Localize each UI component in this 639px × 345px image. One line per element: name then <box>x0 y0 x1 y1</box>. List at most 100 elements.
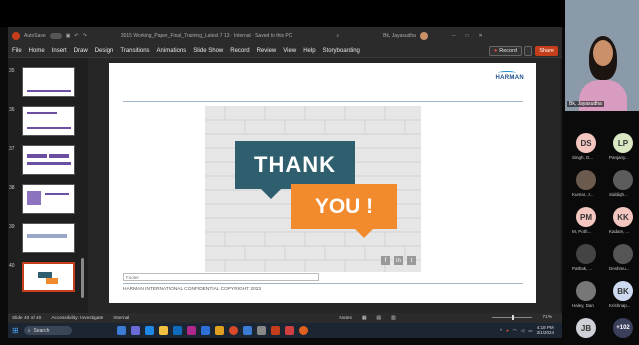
slide-thumbnail-selected[interactable] <box>22 262 75 292</box>
battery-icon[interactable]: ▭ <box>528 328 532 333</box>
slide-thumbnail[interactable] <box>22 145 75 175</box>
tab-transitions[interactable]: Transitions <box>120 48 149 54</box>
zoom-level[interactable]: 71% <box>542 315 552 320</box>
participants-panel: Bk, Jayasudha DS Singh, D... LP Panjany... K… <box>565 0 639 345</box>
notes-button[interactable]: Notes <box>339 316 352 321</box>
slide-divider-top <box>123 101 523 102</box>
thumbnail-scrollbar[interactable] <box>81 258 84 298</box>
slide-thumbnail[interactable] <box>22 106 75 136</box>
participant-avatar[interactable]: DS <box>576 133 596 153</box>
autosave-label: AutoSave <box>24 32 46 39</box>
facebook-icon: f <box>381 256 390 265</box>
current-slide[interactable]: HARMAN THANK YOU ! f in t Footer HARMAN … <box>109 63 536 303</box>
slide-thumbnail[interactable] <box>22 223 75 253</box>
sensitivity-label[interactable]: Internal <box>113 316 129 321</box>
app-icon[interactable] <box>214 326 224 335</box>
slide-canvas: HARMAN THANK YOU ! f in t Footer HARMAN … <box>88 58 639 328</box>
tab-file[interactable]: File <box>12 48 22 54</box>
accessibility-status[interactable]: Accessibility: Investigate <box>51 316 103 321</box>
tab-insert[interactable]: Insert <box>52 48 67 54</box>
zoom-slider-handle[interactable] <box>512 315 514 320</box>
share-button[interactable]: Share <box>535 46 558 56</box>
slide-thumbnail[interactable] <box>22 67 75 97</box>
outlook-icon[interactable] <box>172 326 182 335</box>
record-button-label: Record <box>499 48 517 54</box>
app-icon[interactable] <box>256 326 266 335</box>
participant-avatar[interactable]: +102 <box>613 318 633 338</box>
participant-avatar[interactable] <box>576 281 596 301</box>
participant-avatar[interactable]: PM <box>576 207 596 227</box>
participant-avatar[interactable] <box>613 170 633 190</box>
participant-name: Kadam, ... <box>609 229 630 234</box>
tab-slide-show[interactable]: Slide Show <box>193 48 223 54</box>
tab-draw[interactable]: Draw <box>74 48 88 54</box>
chrome-icon[interactable] <box>228 326 238 335</box>
widgets-icon[interactable] <box>116 326 126 335</box>
powerpoint-taskbar-icon[interactable] <box>270 326 280 335</box>
participant-avatar[interactable] <box>576 244 596 264</box>
tray-app-icon[interactable]: ● <box>506 328 509 333</box>
participant-name: Haley, Dan <box>572 303 594 308</box>
tab-help[interactable]: Help <box>303 48 315 54</box>
participant-name: Siddiqh... <box>609 192 628 197</box>
user-avatar[interactable] <box>419 31 428 40</box>
windows-taskbar: ⊞ ⌕ Search ^ ● ◠ ◁ ▭ 4:18 PM 3/1/2024 <box>8 323 562 338</box>
record-button[interactable]: ● Record <box>488 46 522 56</box>
thumb-number: 36 <box>9 107 15 113</box>
thank-you-image[interactable]: THANK YOU ! f in t <box>205 106 421 272</box>
participant-avatar[interactable]: LP <box>613 133 633 153</box>
teams-icon[interactable] <box>130 326 140 335</box>
ribbon-tabs: File Home Insert Draw Design Transitions… <box>8 44 562 58</box>
comments-button[interactable] <box>524 46 532 56</box>
app-icon[interactable] <box>284 326 294 335</box>
tab-home[interactable]: Home <box>29 48 45 54</box>
minimize-icon[interactable]: ─ <box>452 33 456 39</box>
app-icon[interactable] <box>186 326 196 335</box>
maximize-icon[interactable]: □ <box>466 33 469 39</box>
close-icon[interactable]: ✕ <box>479 33 483 39</box>
participant-avatar[interactable]: JB <box>576 318 596 338</box>
save-icon[interactable]: ▣ <box>66 33 71 39</box>
linkedin-icon: in <box>394 256 403 265</box>
participant-name: Pathak, ... <box>572 266 593 271</box>
participant-avatar[interactable] <box>613 244 633 264</box>
slide-thumbnail[interactable] <box>22 184 75 214</box>
app-icon[interactable] <box>242 326 252 335</box>
speaker-icon[interactable]: ◁ <box>521 328 524 333</box>
tab-view[interactable]: View <box>283 48 296 54</box>
sorter-view-icon[interactable]: ▤ <box>376 316 381 321</box>
redo-icon[interactable]: ↷ <box>83 33 87 39</box>
windows-start-icon[interactable]: ⊞ <box>12 326 19 335</box>
taskbar-search[interactable]: ⌕ Search <box>23 326 72 335</box>
search-icon[interactable]: ⌕ <box>336 33 339 39</box>
tab-animations[interactable]: Animations <box>157 48 187 54</box>
you-bubble-tail <box>355 229 373 238</box>
wifi-icon[interactable]: ◠ <box>513 328 517 333</box>
thumb-number: 38 <box>9 185 15 191</box>
edge-icon[interactable] <box>144 326 154 335</box>
tab-design[interactable]: Design <box>95 48 114 54</box>
app-icon[interactable] <box>298 326 308 335</box>
participant-avatar[interactable]: KK <box>613 207 633 227</box>
record-dot-icon: ● <box>493 48 498 54</box>
tray-arrow-icon[interactable]: ^ <box>500 328 502 333</box>
self-video-tile[interactable]: Bk, Jayasudha <box>565 0 639 111</box>
autosave-toggle[interactable] <box>49 32 62 39</box>
participant-avatar[interactable]: BK <box>613 281 633 301</box>
footer-placeholder[interactable]: Footer <box>123 273 319 281</box>
participant-name: Deshmu... <box>609 266 630 271</box>
tab-record[interactable]: Record <box>230 48 249 54</box>
thumb-number: 39 <box>9 224 15 230</box>
clock[interactable]: 4:18 PM 3/1/2024 <box>536 325 554 335</box>
file-explorer-icon[interactable] <box>158 326 168 335</box>
undo-icon[interactable]: ↶ <box>74 33 78 39</box>
tab-review[interactable]: Review <box>257 48 277 54</box>
participant-avatar[interactable] <box>576 170 596 190</box>
reading-view-icon[interactable]: ▥ <box>391 316 396 321</box>
tab-storyboarding[interactable]: Storyboarding <box>323 48 360 54</box>
share-button-label: Share <box>539 48 554 54</box>
app-icon[interactable] <box>200 326 210 335</box>
normal-view-icon[interactable]: ▦ <box>362 316 367 321</box>
system-tray: ^ ● ◠ ◁ ▭ 4:18 PM 3/1/2024 <box>500 325 554 335</box>
user-name: Bk, Jayasudha <box>383 32 416 39</box>
